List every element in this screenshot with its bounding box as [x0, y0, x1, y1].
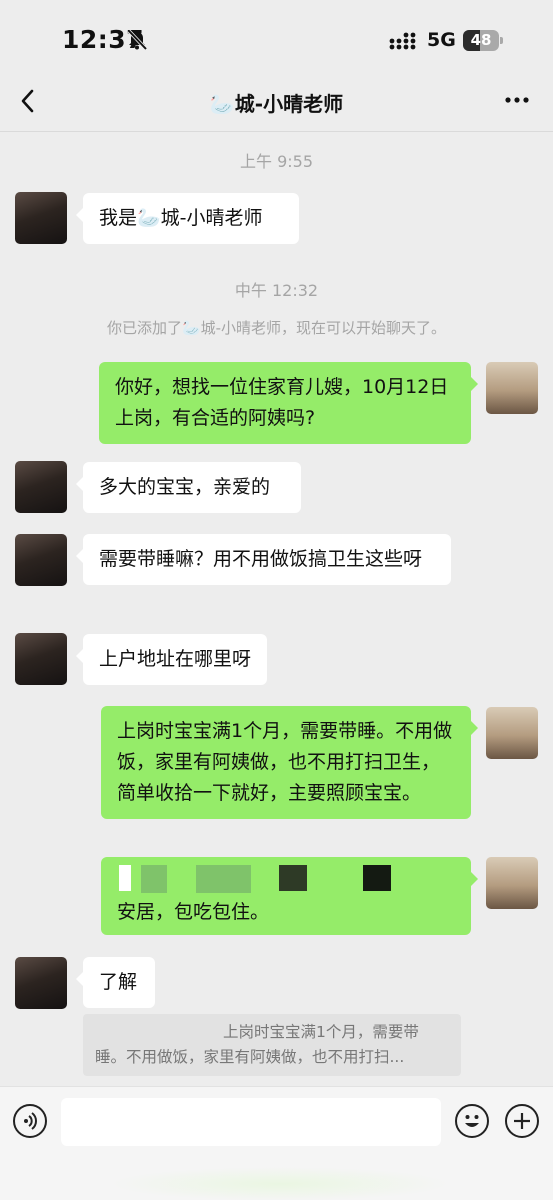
contact-avatar[interactable]: [15, 957, 67, 1009]
incoming-message[interactable]: 需要带睡嘛？用不用做饭搞卫生这些呀: [76, 534, 451, 585]
outgoing-message[interactable]: 上岗时宝宝满1个月，需要带睡。不用做饭，家里有阿姨做，也不用打扫卫生，简单收拾一…: [101, 706, 478, 819]
keyboard-area-glow: [110, 1167, 450, 1200]
bell-off-icon: [127, 29, 148, 51]
smiley-icon[interactable]: [455, 1104, 489, 1138]
more-horizontal-icon[interactable]: [504, 96, 530, 104]
system-notice: 你已添加了🦢城-小晴老师，现在可以开始聊天了。: [106, 319, 447, 337]
network-type: 5G: [427, 29, 456, 51]
redaction-block: [363, 865, 391, 891]
cellular-signal-icon: [389, 32, 416, 50]
my-avatar[interactable]: [486, 707, 538, 759]
redaction-block: [141, 865, 167, 893]
incoming-message[interactable]: 多大的宝宝，亲爱的: [76, 462, 301, 513]
outgoing-message[interactable]: 安居，包吃包住。: [101, 857, 478, 935]
redaction-block: [279, 865, 307, 891]
outgoing-message[interactable]: 你好，想找一位住家育儿嫂，10月12日上岗，有合适的阿姨吗?: [99, 362, 478, 444]
voice-icon[interactable]: [13, 1104, 47, 1138]
contact-avatar[interactable]: [15, 534, 67, 586]
battery-icon: 48: [463, 30, 499, 51]
chat-title: 🦢城-小晴老师: [209, 92, 344, 116]
message-input[interactable]: [61, 1098, 441, 1146]
input-bar: [0, 1086, 553, 1200]
my-avatar[interactable]: [486, 362, 538, 414]
redaction-block: [119, 865, 131, 891]
incoming-message[interactable]: 上户地址在哪里呀: [76, 634, 267, 685]
plus-circle-icon[interactable]: [505, 1104, 539, 1138]
my-avatar[interactable]: [486, 857, 538, 909]
battery-nub: [500, 37, 503, 44]
timestamp: 上午 9:55: [239, 152, 314, 171]
contact-avatar[interactable]: [15, 192, 67, 244]
contact-avatar[interactable]: [15, 461, 67, 513]
incoming-message[interactable]: 了解: [76, 957, 155, 1008]
contact-avatar[interactable]: [15, 633, 67, 685]
message-text: 安居，包吃包住。: [117, 901, 270, 923]
battery-level: 48: [470, 31, 492, 49]
incoming-message[interactable]: 我是🦢城-小晴老师: [76, 193, 299, 244]
status-bar: 12:37 5G 48: [0, 0, 553, 82]
quoted-reply[interactable]: 上岗时宝宝满1个月，需要带睡。不用做饭，家里有阿姨做，也不用打扫...: [83, 1014, 461, 1076]
redaction-block: [196, 865, 251, 893]
chat-header: 🦢城-小晴老师: [0, 82, 553, 132]
quoted-text: 上岗时宝宝满1个月，需要带睡。不用做饭，家里有阿姨做，也不用打扫...: [95, 1023, 419, 1066]
timestamp: 中午 12:32: [234, 281, 319, 300]
